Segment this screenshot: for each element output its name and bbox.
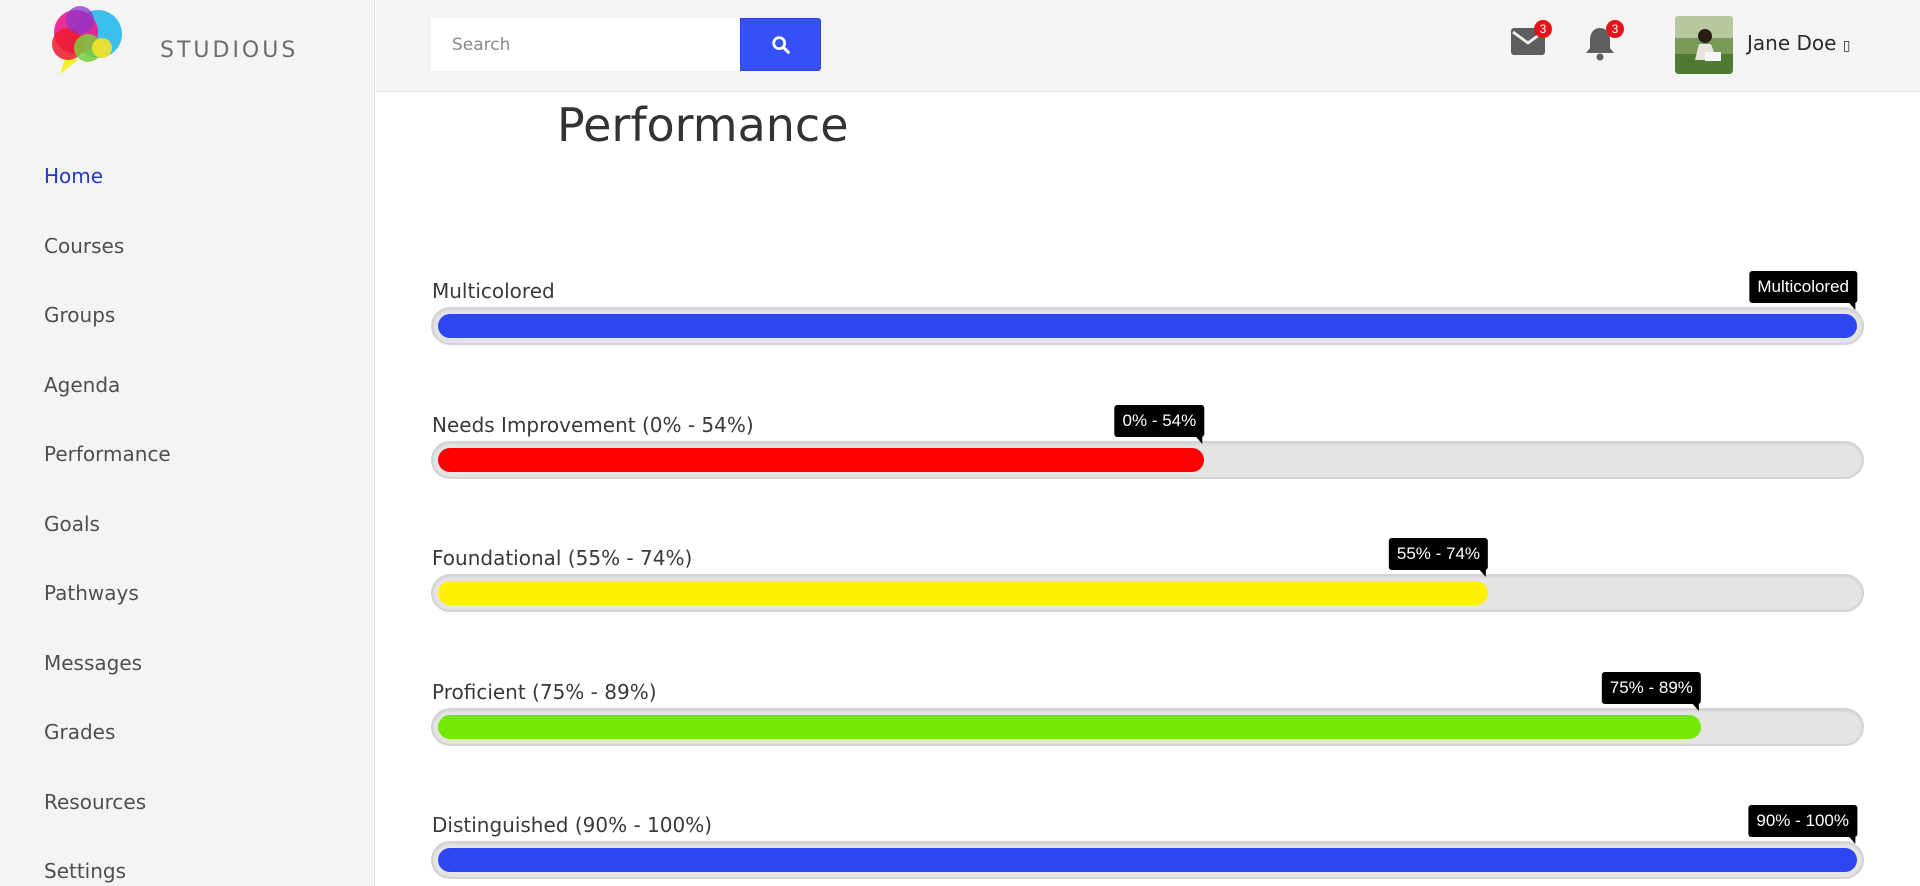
progress-tooltip: 90% - 100% bbox=[1748, 805, 1857, 844]
progress-label: Needs Improvement (0% - 54%) bbox=[432, 413, 754, 437]
progress-fill bbox=[438, 581, 1489, 605]
sidebar-item-performance[interactable]: Performance bbox=[44, 436, 171, 506]
sidebar: STUDIOUS Home Courses Groups Agenda Perf… bbox=[0, 0, 375, 886]
sidebar-nav: Home Courses Groups Agenda Performance G… bbox=[44, 158, 171, 886]
progress-tooltip: 0% - 54% bbox=[1114, 405, 1205, 444]
user-menu[interactable]: Jane Doe ▯ bbox=[1747, 31, 1851, 55]
top-header: 3 3 Jane Doe ▯ bbox=[376, 0, 1920, 92]
brain-logo-icon bbox=[52, 6, 122, 74]
search-icon bbox=[771, 35, 790, 54]
sidebar-item-home[interactable]: Home bbox=[44, 158, 171, 228]
progress-label: Distinguished (90% - 100%) bbox=[432, 813, 712, 837]
studious-logo[interactable]: STUDIOUS bbox=[46, 4, 306, 94]
page-title: Performance bbox=[557, 98, 849, 152]
progress-tooltip: 55% - 74% bbox=[1388, 538, 1489, 577]
notifications-button[interactable]: 3 bbox=[1582, 20, 1624, 62]
user-menu-caret-icon: ▯ bbox=[1842, 38, 1851, 54]
search-input[interactable] bbox=[431, 18, 741, 71]
progress-row: Multicolored Multicolored bbox=[431, 271, 1864, 359]
messages-badge: 3 bbox=[1534, 20, 1552, 38]
progress-fill bbox=[438, 715, 1701, 739]
progress-row: Foundational (55% - 74%) 55% - 74% bbox=[431, 538, 1864, 626]
progress-track bbox=[431, 708, 1864, 746]
messages-button[interactable]: 3 bbox=[1510, 20, 1552, 62]
sidebar-item-groups[interactable]: Groups bbox=[44, 297, 171, 367]
sidebar-item-courses[interactable]: Courses bbox=[44, 228, 171, 298]
user-avatar[interactable] bbox=[1675, 16, 1733, 74]
sidebar-item-grades[interactable]: Grades bbox=[44, 714, 171, 784]
notifications-badge: 3 bbox=[1606, 20, 1624, 38]
user-name-text: Jane Doe bbox=[1747, 31, 1837, 55]
avatar-photo-icon bbox=[1675, 16, 1733, 74]
sidebar-item-settings[interactable]: Settings bbox=[44, 853, 171, 886]
progress-fill bbox=[438, 448, 1205, 472]
brand-name: STUDIOUS bbox=[160, 38, 299, 63]
progress-track bbox=[431, 441, 1864, 479]
progress-label: Multicolored bbox=[432, 279, 555, 303]
progress-fill bbox=[438, 848, 1857, 872]
search-button[interactable] bbox=[740, 18, 821, 71]
progress-track bbox=[431, 574, 1864, 612]
progress-track bbox=[431, 841, 1864, 879]
progress-track bbox=[431, 307, 1864, 345]
progress-tooltip: Multicolored bbox=[1749, 271, 1857, 310]
sidebar-item-goals[interactable]: Goals bbox=[44, 506, 171, 576]
sidebar-item-agenda[interactable]: Agenda bbox=[44, 367, 171, 437]
sidebar-item-messages[interactable]: Messages bbox=[44, 645, 171, 715]
progress-fill bbox=[438, 314, 1857, 338]
progress-row: Needs Improvement (0% - 54%) 0% - 54% bbox=[431, 405, 1864, 493]
progress-row: Distinguished (90% - 100%) 90% - 100% bbox=[431, 805, 1864, 886]
progress-label: Proficient (75% - 89%) bbox=[432, 680, 657, 704]
progress-tooltip: 75% - 89% bbox=[1601, 672, 1701, 711]
progress-row: Proficient (75% - 89%) 75% - 89% bbox=[431, 672, 1864, 760]
sidebar-item-pathways[interactable]: Pathways bbox=[44, 575, 171, 645]
sidebar-item-resources[interactable]: Resources bbox=[44, 784, 171, 854]
progress-label: Foundational (55% - 74%) bbox=[432, 546, 693, 570]
